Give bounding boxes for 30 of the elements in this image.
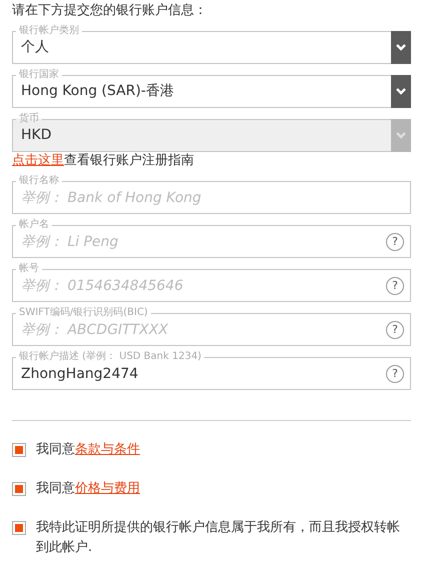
- checkbox[interactable]: [12, 521, 26, 535]
- checkbox[interactable]: [12, 482, 26, 496]
- chevron-down-icon: [396, 132, 406, 139]
- chevron-down-icon: [396, 44, 406, 51]
- field-label: 银行帐户描述 (举例： USD Bank 1234): [16, 351, 204, 362]
- agreement-text: 我同意价格与费用: [36, 480, 140, 498]
- checkbox[interactable]: [12, 443, 26, 457]
- input-field[interactable]: 举例： ABCDGITTXXX: [13, 317, 386, 345]
- input-field[interactable]: ZhongHang2474: [13, 361, 386, 389]
- input-field[interactable]: 举例： Li Peng: [13, 229, 386, 257]
- input-field[interactable]: 举例： 0154634845646: [13, 273, 386, 301]
- guide-text: 点击这里查看银行账户注册指南: [12, 152, 195, 170]
- field-label: 银行帐户类别: [16, 25, 82, 36]
- field-label: 帐户名: [16, 219, 52, 230]
- agreement-link[interactable]: 价格与费用: [75, 481, 140, 496]
- chevron-down-icon: [396, 88, 406, 95]
- help-icon[interactable]: ?: [386, 233, 404, 251]
- help-icon[interactable]: ?: [386, 365, 404, 383]
- form-heading: 请在下方提交您的银行账户信息：: [12, 2, 208, 20]
- field-label: SWIFT编码/银行识别码(BIC): [16, 307, 151, 318]
- field-label: 货币: [16, 113, 42, 124]
- field-label: 帐号: [16, 263, 42, 274]
- agreement-text: 我特此证明所提供的银行帐户信息属于我所有，而且我授权转帐到此帐户.: [36, 519, 401, 557]
- agreement-text: 我同意条款与条件: [36, 441, 140, 459]
- help-icon[interactable]: ?: [386, 321, 404, 339]
- field-label: 银行名称: [16, 175, 62, 186]
- agreement-link[interactable]: 条款与条件: [75, 442, 140, 457]
- guide-link[interactable]: 点击这里: [12, 153, 64, 168]
- field-label: 银行国家: [16, 69, 62, 80]
- help-icon[interactable]: ?: [386, 277, 404, 295]
